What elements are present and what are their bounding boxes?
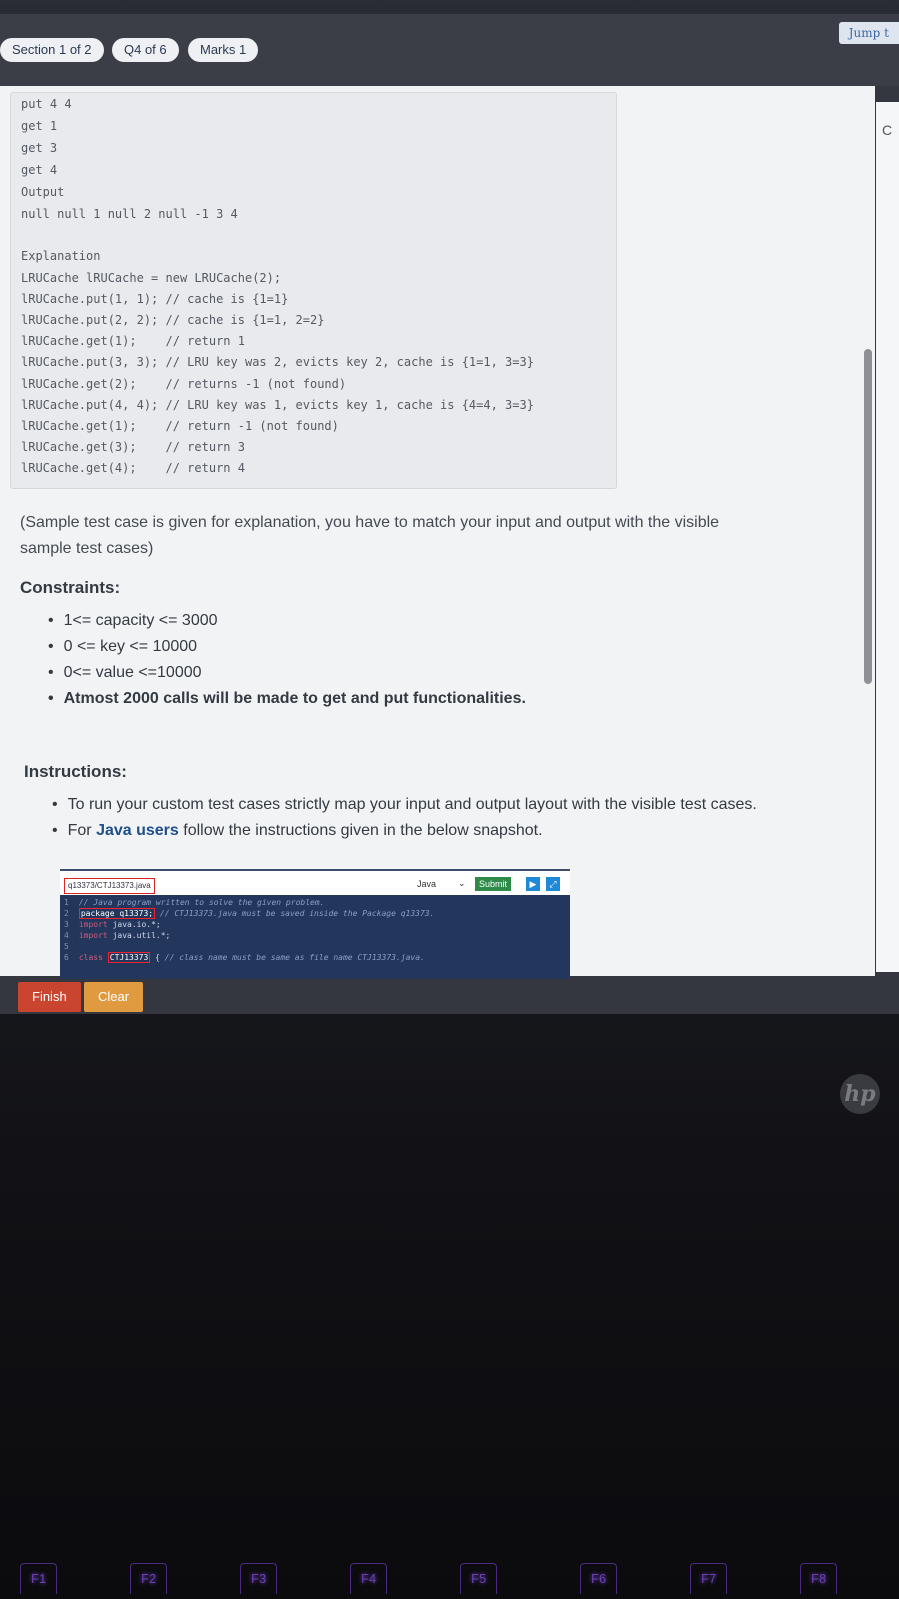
code-line: get 3 bbox=[21, 141, 58, 155]
code-line: put 4 4 bbox=[21, 97, 72, 111]
code-text: java.util.*; bbox=[112, 931, 171, 940]
vertical-scrollbar[interactable] bbox=[864, 349, 872, 684]
instruction-text: follow the instructions given in the bel… bbox=[183, 822, 543, 839]
snapshot-line: 5 bbox=[64, 942, 74, 951]
code-comment: // class name must be same as file name … bbox=[164, 953, 425, 962]
line-number: 2 bbox=[64, 909, 69, 918]
snapshot-toolbar: q13373/CTJ13373.java Java ⌄ Submit ▶ ⤢ bbox=[60, 875, 570, 895]
code-line: Output bbox=[21, 185, 65, 199]
sample-note-line: (Sample test case is given for explanati… bbox=[20, 514, 720, 531]
code-line: lRUCache.get(2); // returns -1 (not foun… bbox=[21, 377, 347, 391]
snapshot-line: 1 // Java program written to solve the g… bbox=[64, 898, 324, 907]
constraint-item: 0<= value <=10000 bbox=[48, 664, 202, 682]
code-text: { bbox=[155, 953, 160, 962]
clear-button[interactable]: Clear bbox=[84, 982, 144, 1012]
finish-button[interactable]: Finish bbox=[18, 982, 81, 1012]
instruction-item: For Java users follow the instructions g… bbox=[52, 822, 543, 840]
partial-icon: C bbox=[882, 122, 893, 138]
key-f7: F7 bbox=[690, 1563, 728, 1594]
code-line: lRUCache.get(3); // return 3 bbox=[21, 440, 245, 454]
code-line: lRUCache.put(4, 4); // LRU key was 1, ev… bbox=[21, 398, 534, 412]
expand-icon: ⤢ bbox=[546, 877, 560, 891]
instructions-heading: Instructions: bbox=[24, 762, 127, 781]
key-f6: F6 bbox=[580, 1563, 618, 1594]
jump-button[interactable]: Jump t bbox=[838, 22, 899, 44]
code-line: lRUCache.get(1); // return 1 bbox=[21, 334, 245, 348]
hp-logo: hp bbox=[840, 1074, 880, 1114]
snapshot-line: 2 package q13373; // CTJ13373.java must … bbox=[64, 908, 435, 919]
question-panel: put 4 4 get 1 get 3 get 4 Output null nu… bbox=[0, 86, 875, 979]
code-line: lRUCache.put(2, 2); // cache is {1=1, 2=… bbox=[21, 313, 325, 327]
snapshot-line: 3 import java.io.*; bbox=[64, 920, 161, 929]
class-name: CTJ13373 bbox=[107, 952, 151, 963]
snapshot-language-select: Java bbox=[417, 879, 437, 889]
line-number: 6 bbox=[64, 953, 69, 962]
code-line: lRUCache.get(1); // return -1 (not found… bbox=[21, 419, 339, 433]
question-indicator[interactable]: Q4 of 6 bbox=[112, 38, 179, 62]
constraint-item: Atmost 2000 calls will be made to get an… bbox=[48, 690, 526, 708]
snapshot-submit-button: Submit bbox=[475, 877, 512, 891]
code-line: get 1 bbox=[21, 119, 58, 133]
code-line: lRUCache.put(3, 3); // LRU key was 2, ev… bbox=[21, 355, 534, 369]
code-line: lRUCache.get(4); // return 4 bbox=[21, 461, 245, 475]
key-f2: F2 bbox=[130, 1563, 168, 1594]
key-f1: F1 bbox=[20, 1563, 58, 1594]
sample-io-block: put 4 4 get 1 get 3 get 4 Output null nu… bbox=[10, 92, 617, 489]
snapshot-file-tab: q13373/CTJ13373.java bbox=[64, 878, 155, 894]
code-keyword: import bbox=[78, 931, 108, 940]
constraint-item: 1<= capacity <= 3000 bbox=[48, 612, 218, 630]
code-keyword: import bbox=[78, 920, 108, 929]
key-f3: F3 bbox=[240, 1563, 278, 1594]
section-indicator[interactable]: Section 1 of 2 bbox=[0, 38, 104, 62]
code-text: java.io.*; bbox=[112, 920, 161, 929]
line-number: 5 bbox=[64, 942, 69, 951]
code-line: Explanation bbox=[21, 249, 101, 263]
marks-badge: Marks 1 bbox=[188, 38, 259, 62]
sample-note-line: sample test cases) bbox=[20, 540, 154, 557]
snapshot-editor: 1 // Java program written to solve the g… bbox=[60, 895, 570, 979]
code-line: get 4 bbox=[21, 163, 58, 177]
instruction-java-users: Java users bbox=[96, 822, 179, 839]
key-f8: F8 bbox=[800, 1563, 838, 1594]
right-edge-panel: C bbox=[876, 102, 899, 972]
keyboard-function-row: F1 F2 F3 F4 F5 F6 F7 F8 bbox=[0, 1555, 899, 1599]
line-number: 3 bbox=[64, 920, 69, 929]
constraint-item: 0 <= key <= 10000 bbox=[48, 638, 197, 656]
play-icon: ▶ bbox=[526, 877, 540, 891]
constraints-heading: Constraints: bbox=[20, 578, 121, 597]
line-number: 4 bbox=[64, 931, 69, 940]
code-keyword: class bbox=[78, 953, 103, 962]
instruction-item: To run your custom test cases strictly m… bbox=[52, 796, 757, 814]
code-line: null null 1 null 2 null -1 3 4 bbox=[21, 207, 238, 221]
code-comment: // Java program written to solve the giv… bbox=[78, 898, 325, 907]
snapshot-line: 4 import java.util.*; bbox=[64, 931, 170, 940]
instruction-text: For bbox=[67, 822, 92, 839]
key-f4: F4 bbox=[350, 1563, 388, 1594]
instruction-snapshot: q13373/CTJ13373.java Java ⌄ Submit ▶ ⤢ 1… bbox=[60, 869, 570, 979]
code-line: LRUCache lRUCache = new LRUCache(2); bbox=[21, 271, 282, 285]
chevron-down-icon: ⌄ bbox=[458, 878, 466, 888]
snapshot-line: 6 class CTJ13373 { // class name must be… bbox=[64, 952, 425, 963]
screen: Section 1 of 2 Q4 of 6 Marks 1 Jump t pu… bbox=[0, 14, 899, 1014]
line-number: 1 bbox=[64, 898, 69, 907]
key-f5: F5 bbox=[460, 1563, 498, 1594]
code-line: lRUCache.put(1, 1); // cache is {1=1} bbox=[21, 292, 289, 306]
package-declaration: package q13373; bbox=[78, 908, 156, 919]
top-bar: Section 1 of 2 Q4 of 6 Marks 1 Jump t bbox=[0, 14, 899, 86]
code-comment: // CTJ13373.java must be saved inside th… bbox=[159, 909, 435, 918]
